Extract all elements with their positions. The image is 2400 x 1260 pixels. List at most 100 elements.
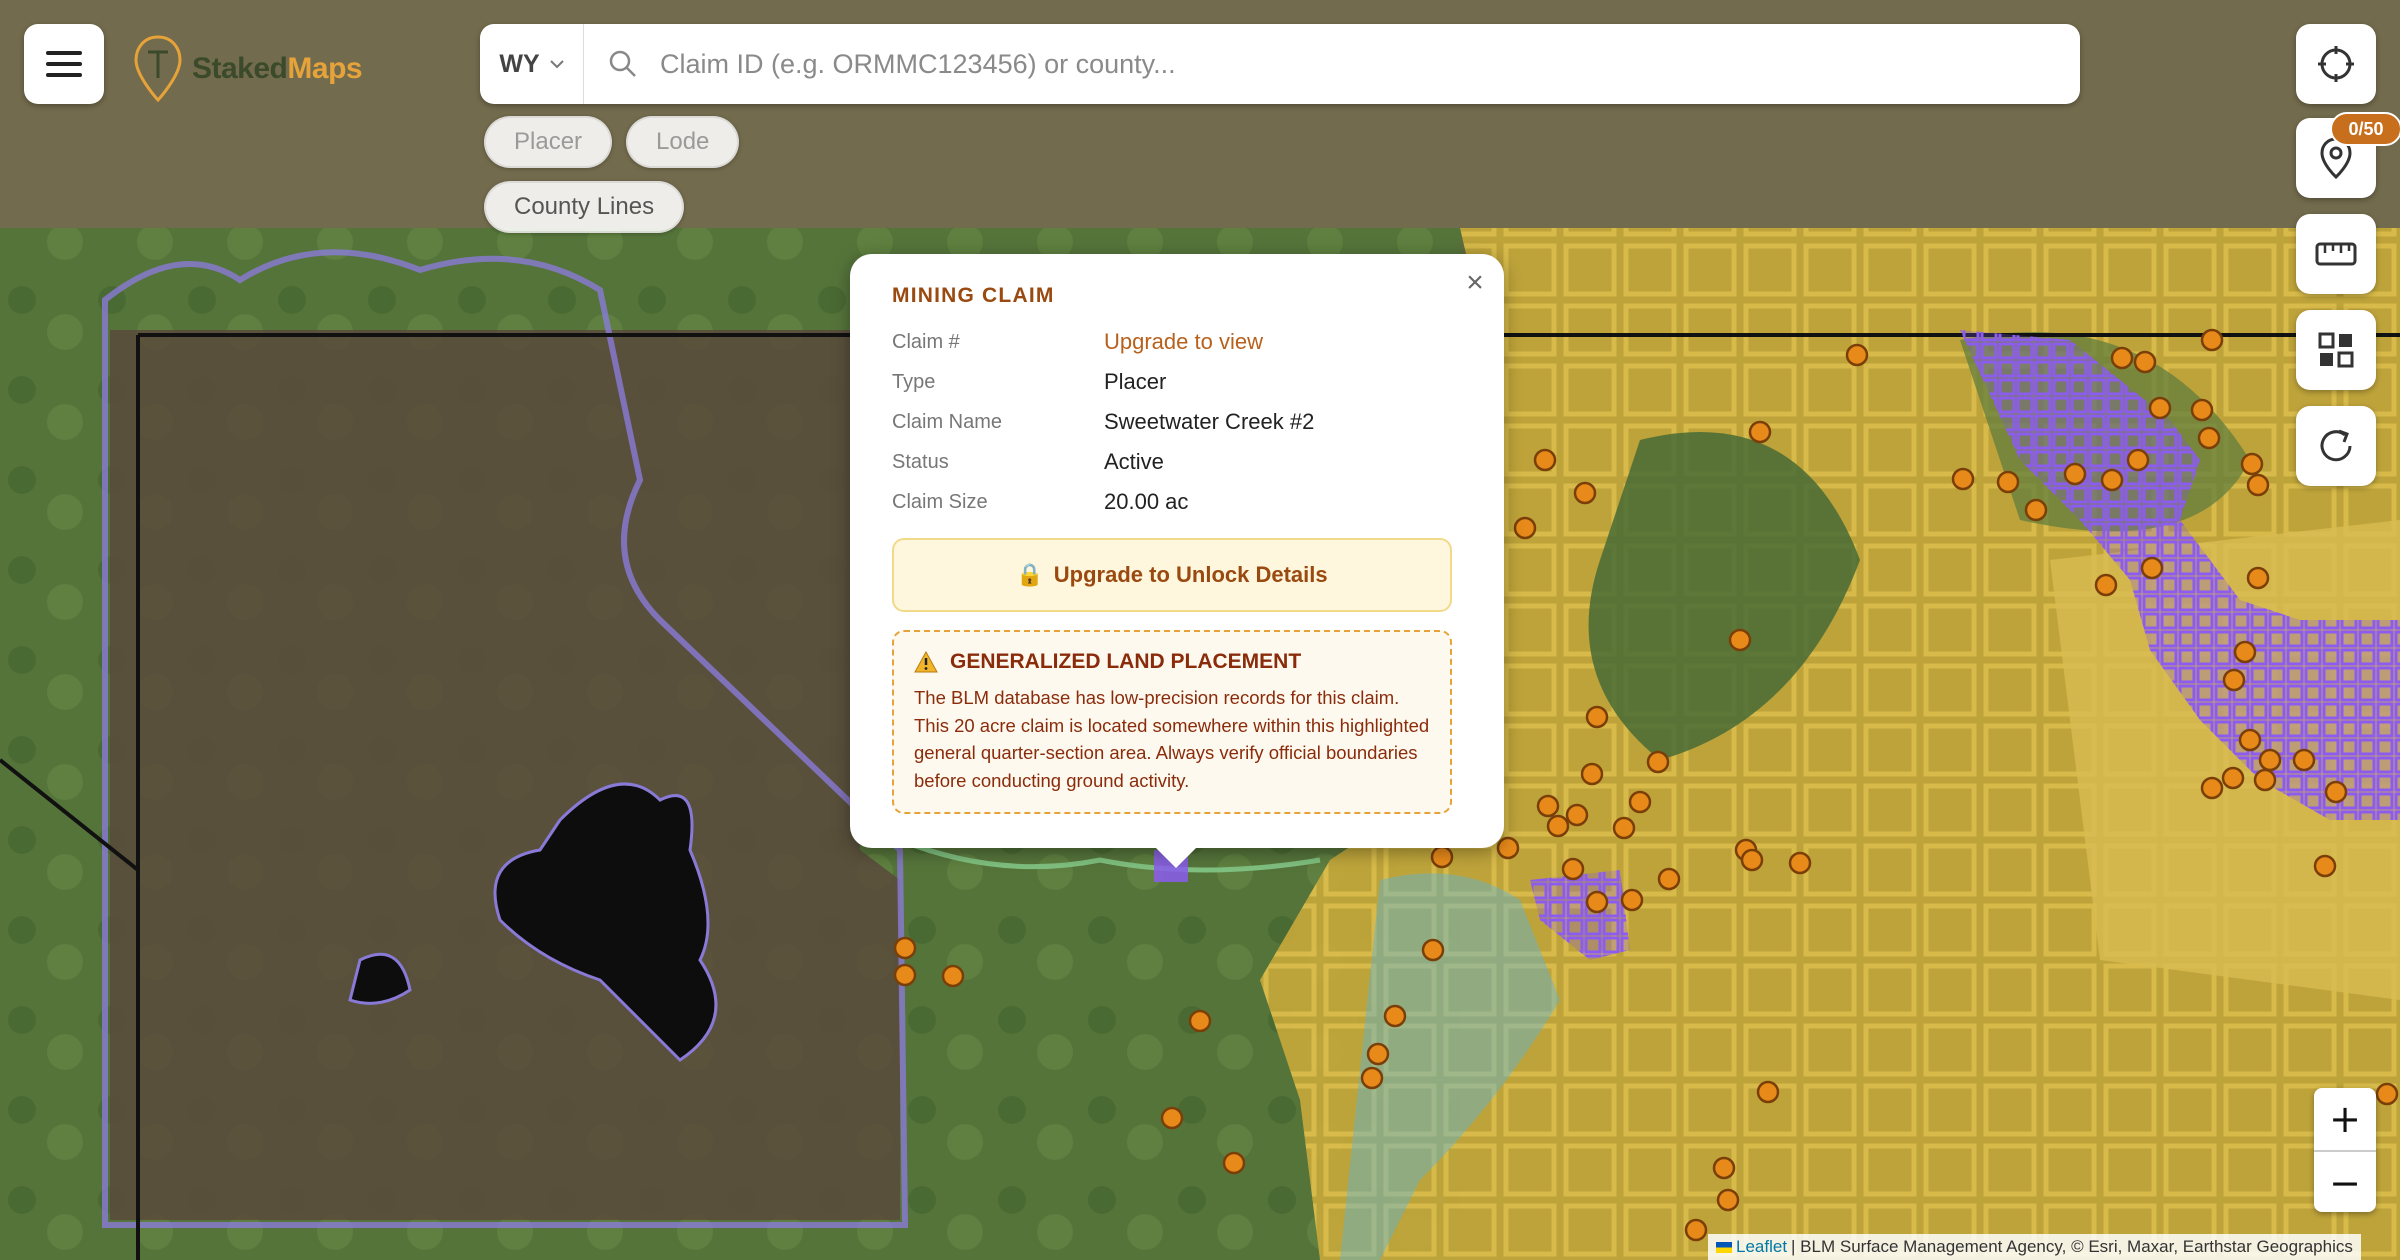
filter-chip-placer[interactable]: Placer [484,116,613,168]
layers-button[interactable] [2296,310,2376,390]
claim-marker[interactable] [1728,628,1752,652]
generalized-placement-notice: GENERALIZED LAND PLACEMENT The BLM datab… [892,630,1452,814]
crosshair-icon [2318,46,2354,82]
claim-marker[interactable] [1612,816,1636,840]
claim-marker[interactable] [1536,794,1560,818]
claim-marker[interactable] [2238,728,2262,752]
claim-marker[interactable] [1716,1188,1740,1212]
claim-marker[interactable] [2126,448,2150,472]
field-status: Status Active [892,449,1164,474]
claim-marker[interactable] [2324,780,2348,804]
claim-marker[interactable] [1366,1042,1390,1066]
search-bar: WY [480,24,2080,104]
upgrade-button[interactable]: 🔒 Upgrade to Unlock Details [892,538,1452,612]
claim-marker[interactable] [1646,750,1670,774]
claim-marker[interactable] [2246,566,2270,590]
popup-title: MINING CLAIM [892,284,1055,307]
claim-marker[interactable] [2240,452,2264,476]
leaflet-link[interactable]: Leaflet [1736,1237,1787,1257]
claim-marker[interactable] [1788,851,1812,875]
locate-button[interactable] [2296,24,2376,104]
close-icon[interactable]: × [1460,268,1490,298]
claim-marker[interactable] [2221,766,2245,790]
claim-marker[interactable] [1684,1218,1708,1242]
claim-marker[interactable] [1585,705,1609,729]
claim-marker[interactable] [2313,854,2337,878]
claim-marker[interactable] [1360,1066,1384,1090]
claim-marker[interactable] [893,963,917,987]
chevron-down-icon [549,59,564,68]
notice-title: GENERALIZED LAND PLACEMENT [914,650,1430,674]
claim-marker[interactable] [1561,857,1585,881]
claim-marker[interactable] [2190,398,2214,422]
hamburger-icon [46,51,82,77]
park-area [110,330,900,1220]
claim-popup: × MINING CLAIM Claim # Upgrade to view T… [850,254,1504,848]
attribution-text: | BLM Surface Management Agency, © Esri,… [1791,1237,2353,1256]
refresh-button[interactable] [2296,406,2376,486]
claim-marker[interactable] [1188,1009,1212,1033]
claim-marker[interactable] [2222,668,2246,692]
menu-button[interactable] [24,24,104,104]
claim-marker[interactable] [1748,420,1772,444]
measure-button[interactable] [2296,214,2376,294]
ukraine-flag-icon [1716,1241,1732,1253]
claims-counter-badge: 0/50 [2330,112,2400,146]
claim-marker[interactable] [1628,790,1652,814]
claim-marker[interactable] [2140,556,2164,580]
state-select-value: WY [499,49,540,78]
claim-marker[interactable] [1951,467,1975,491]
search-input[interactable] [660,48,2010,80]
upgrade-to-view-link[interactable]: Upgrade to view [1104,329,1263,355]
popup-tip [1154,846,1198,868]
zoom-out-button[interactable]: − [2314,1152,2376,1212]
claim-marker[interactable] [2253,768,2277,792]
claim-marker[interactable] [1756,1080,1780,1104]
claim-marker[interactable] [1222,1151,1246,1175]
claim-marker[interactable] [2292,748,2316,772]
claim-marker[interactable] [2100,468,2124,492]
claim-marker[interactable] [1845,343,1869,367]
claim-marker[interactable] [2233,640,2257,664]
claim-marker[interactable] [1421,938,1445,962]
claim-marker[interactable] [1620,888,1644,912]
claim-marker[interactable] [2110,346,2134,370]
filter-chip-lode[interactable]: Lode [626,116,740,168]
logo-text: StakedMaps [192,52,363,85]
claim-marker[interactable] [1430,845,1454,869]
claim-marker[interactable] [1546,814,1570,838]
field-claim-number: Claim # Upgrade to view [892,329,1263,355]
claim-marker[interactable] [2200,328,2224,352]
claim-marker[interactable] [2200,776,2224,800]
claim-marker[interactable] [1160,1106,1184,1130]
claim-marker[interactable] [893,936,917,960]
claim-marker[interactable] [2375,1082,2399,1106]
filter-chip-county-lines[interactable]: County Lines [484,181,685,233]
claim-marker[interactable] [1573,481,1597,505]
claim-marker[interactable] [1533,448,1557,472]
claim-marker[interactable] [1496,836,1520,860]
claim-marker[interactable] [1580,762,1604,786]
claim-marker[interactable] [1383,1004,1407,1028]
state-select[interactable]: WY [480,24,584,104]
claim-marker[interactable] [2258,748,2282,772]
claim-marker[interactable] [2094,573,2118,597]
claim-marker[interactable] [1996,470,2020,494]
claim-marker[interactable] [941,964,965,988]
claim-marker[interactable] [1513,516,1537,540]
claim-marker[interactable] [1657,867,1681,891]
zoom-in-button[interactable]: + [2314,1088,2376,1150]
claim-marker[interactable] [2133,350,2157,374]
claim-marker[interactable] [1712,1156,1736,1180]
claim-marker[interactable] [1585,890,1609,914]
claim-marker[interactable] [2246,473,2270,497]
ruler-icon [2315,242,2357,266]
claim-marker[interactable] [2063,462,2087,486]
field-claim-name: Claim Name Sweetwater Creek #2 [892,409,1315,434]
claim-marker[interactable] [1565,803,1589,827]
app-logo[interactable]: StakedMaps [132,34,363,104]
claim-marker[interactable] [2024,498,2048,522]
claim-marker[interactable] [2148,396,2172,420]
claim-marker[interactable] [1740,848,1764,872]
claim-marker[interactable] [2197,426,2221,450]
